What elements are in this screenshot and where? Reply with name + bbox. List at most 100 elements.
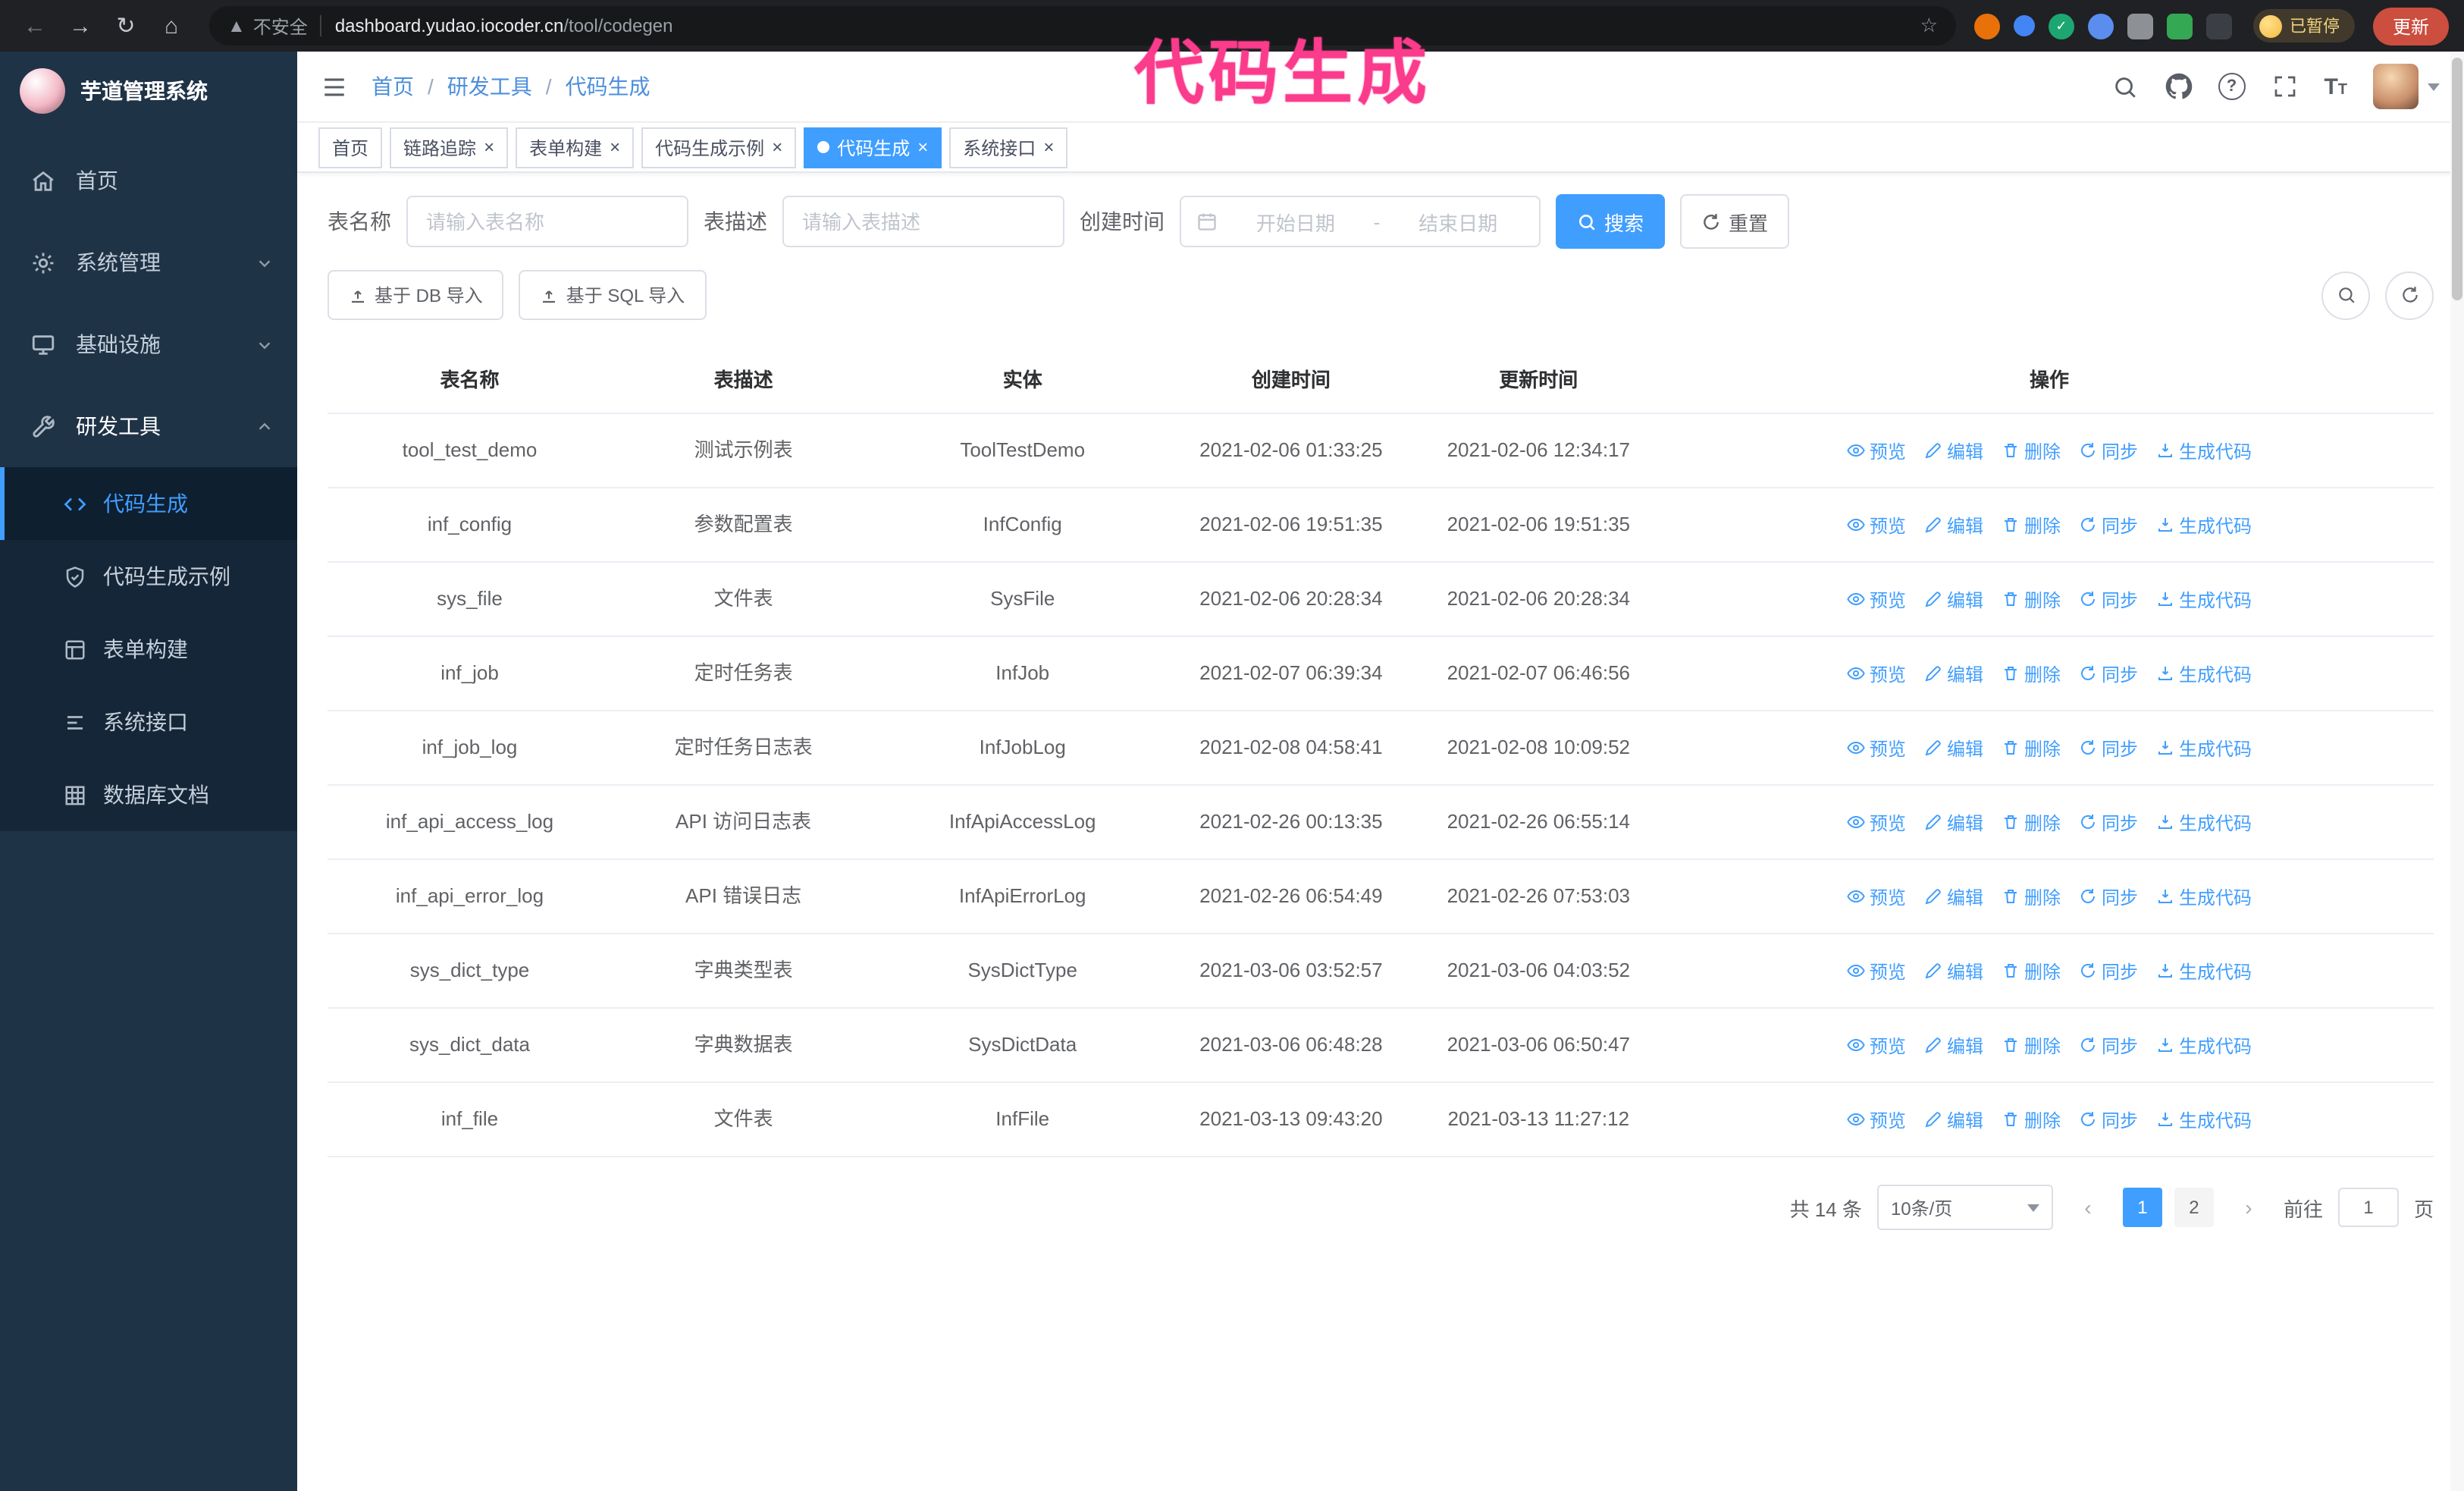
page-size-select[interactable]: 10条/页 [1876,1185,2053,1230]
edit-link[interactable]: 编辑 [1924,661,1983,686]
generate-code-link[interactable]: 生成代码 [2156,438,2252,463]
edit-link[interactable]: 编辑 [1924,958,1983,984]
table-name-input[interactable] [406,196,688,247]
generate-code-link[interactable]: 生成代码 [2156,586,2252,612]
next-page-button[interactable]: › [2229,1188,2268,1227]
start-date-placeholder[interactable]: 开始日期 [1230,207,1362,236]
profile-paused-badge[interactable]: 已暂停 [2252,9,2355,42]
extension-check-icon[interactable]: ✓ [2048,13,2074,39]
logo[interactable]: 芋道管理系统 [0,52,297,130]
edit-link[interactable]: 编辑 [1924,512,1983,538]
sync-link[interactable]: 同步 [2079,1106,2138,1132]
generate-code-link[interactable]: 生成代码 [2156,735,2252,761]
edit-link[interactable]: 编辑 [1924,884,1983,909]
delete-link[interactable]: 删除 [2002,438,2061,463]
preview-link[interactable]: 预览 [1847,661,1906,686]
edit-link[interactable]: 编辑 [1924,1032,1983,1058]
close-icon[interactable]: × [772,138,782,156]
preview-link[interactable]: 预览 [1847,884,1906,909]
search-button[interactable]: 搜索 [1556,194,1666,249]
extension-camera-icon[interactable] [2127,13,2153,39]
date-range-picker[interactable]: 开始日期 - 结束日期 [1180,196,1541,247]
sidebar-item-home[interactable]: 首页 [0,140,297,221]
preview-link[interactable]: 预览 [1847,958,1906,984]
delete-link[interactable]: 删除 [2002,1106,2061,1132]
end-date-placeholder[interactable]: 结束日期 [1392,207,1524,236]
scrollbar[interactable] [2450,52,2464,1491]
prev-page-button[interactable]: ‹ [2068,1188,2108,1227]
extension-fox-icon[interactable] [1973,13,2000,39]
refresh-button[interactable] [2385,271,2434,319]
preview-link[interactable]: 预览 [1847,438,1906,463]
sync-link[interactable]: 同步 [2079,884,2138,909]
sidebar-item-system-api[interactable]: 系统接口 [0,686,297,758]
delete-link[interactable]: 删除 [2002,735,2061,761]
preview-link[interactable]: 预览 [1847,512,1906,538]
sync-link[interactable]: 同步 [2079,735,2138,761]
sidebar-item-system[interactable]: 系统管理 [0,221,297,303]
sync-link[interactable]: 同步 [2079,809,2138,835]
bookmark-star-icon[interactable]: ☆ [1920,14,1938,38]
page-number-button[interactable]: 1 [2122,1188,2162,1227]
goto-page-input[interactable] [2337,1188,2399,1227]
extension-puzzle-icon[interactable] [2205,13,2232,39]
show-search-button[interactable] [2321,271,2370,319]
close-icon[interactable]: × [610,138,620,156]
generate-code-link[interactable]: 生成代码 [2156,1032,2252,1058]
fullscreen-icon[interactable] [2271,73,2298,100]
scrollbar-thumb[interactable] [2452,58,2462,300]
sidebar-item-infra[interactable]: 基础设施 [0,303,297,385]
github-icon[interactable] [2165,73,2192,100]
font-size-icon[interactable]: TT [2324,74,2347,99]
sidebar-item-devtools[interactable]: 研发工具 [0,385,297,467]
view-tag[interactable]: 首页 × [318,127,383,168]
table-desc-input[interactable] [782,196,1064,247]
extension-drop-icon[interactable] [2013,15,2035,36]
sidebar-collapse-icon[interactable] [321,74,347,99]
preview-link[interactable]: 预览 [1847,1106,1906,1132]
breadcrumb-item[interactable]: 研发工具 [447,71,532,102]
generate-code-link[interactable]: 生成代码 [2156,884,2252,909]
generate-code-link[interactable]: 生成代码 [2156,958,2252,984]
edit-link[interactable]: 编辑 [1924,735,1983,761]
edit-link[interactable]: 编辑 [1924,809,1983,835]
preview-link[interactable]: 预览 [1847,735,1906,761]
reset-button[interactable]: 重置 [1680,194,1790,249]
user-menu[interactable] [2373,64,2440,109]
sidebar-item-form-builder[interactable]: 表单构建 [0,613,297,686]
delete-link[interactable]: 删除 [2002,512,2061,538]
import-sql-button[interactable]: 基于 SQL 导入 [519,270,707,320]
sidebar-item-codegen-example[interactable]: 代码生成示例 [0,540,297,613]
delete-link[interactable]: 删除 [2002,884,2061,909]
forward-icon[interactable]: → [61,6,100,46]
extension-leaf-icon[interactable] [2166,13,2193,39]
close-icon[interactable]: × [1043,138,1054,156]
generate-code-link[interactable]: 生成代码 [2156,1106,2252,1132]
generate-code-link[interactable]: 生成代码 [2156,661,2252,686]
delete-link[interactable]: 删除 [2002,586,2061,612]
generate-code-link[interactable]: 生成代码 [2156,512,2252,538]
sidebar-item-codegen[interactable]: 代码生成 [0,467,297,540]
preview-link[interactable]: 预览 [1847,586,1906,612]
close-icon[interactable]: × [917,138,928,156]
edit-link[interactable]: 编辑 [1924,1106,1983,1132]
generate-code-link[interactable]: 生成代码 [2156,809,2252,835]
sidebar-item-db-doc[interactable]: 数据库文档 [0,758,297,831]
view-tag[interactable]: 代码生成示例 × [641,127,797,168]
reload-icon[interactable]: ↻ [106,6,146,46]
breadcrumb-item[interactable]: 首页 [371,71,414,102]
delete-link[interactable]: 删除 [2002,809,2061,835]
delete-link[interactable]: 删除 [2002,1032,2061,1058]
extension-people-icon[interactable] [2087,13,2114,39]
page-number-button[interactable]: 2 [2174,1188,2214,1227]
sync-link[interactable]: 同步 [2079,586,2138,612]
sync-link[interactable]: 同步 [2079,661,2138,686]
view-tag[interactable]: 链路追踪 × [390,127,509,168]
import-db-button[interactable]: 基于 DB 导入 [328,270,504,320]
back-icon[interactable]: ← [15,6,55,46]
sync-link[interactable]: 同步 [2079,1032,2138,1058]
preview-link[interactable]: 预览 [1847,1032,1906,1058]
sync-link[interactable]: 同步 [2079,958,2138,984]
address-bar[interactable]: ▲ 不安全 dashboard.yudao.iocoder.cn /tool/c… [209,6,1956,46]
view-tag[interactable]: 系统接口 × [949,127,1068,168]
